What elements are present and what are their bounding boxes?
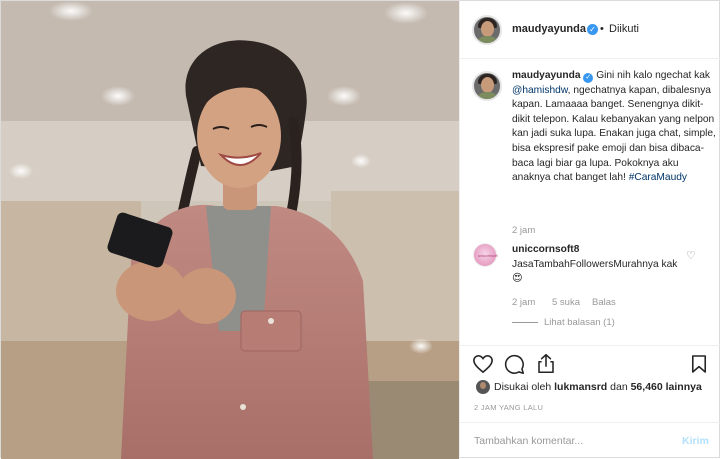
caption-username[interactable]: maudyayunda xyxy=(512,70,581,81)
photo-illustration xyxy=(1,1,459,459)
commenter-avatar-text: unicornsoft xyxy=(478,253,498,258)
likes-text: Disukai oleh lukmansrd dan 56,460 lainny… xyxy=(494,381,702,393)
bookmark-icon[interactable] xyxy=(691,354,707,374)
add-comment-bar: Kirim xyxy=(460,422,720,459)
post-actions xyxy=(460,345,720,379)
comment-text: JasaTambahFollowersMurahnya kak xyxy=(512,258,678,270)
comments-area: maudyayunda ✓ Gini nih kalo ngechat kak … xyxy=(460,59,720,345)
caption-mention-link[interactable]: @hamishdw xyxy=(512,85,568,96)
comment-icon[interactable] xyxy=(504,354,525,375)
comment-likes[interactable]: 5 suka xyxy=(552,297,580,308)
caption-hashtag-link[interactable]: #CaraMaudy xyxy=(629,172,687,183)
likes-middle: dan xyxy=(607,381,631,393)
caption-text-before: Gini nih kalo ngechat kak xyxy=(593,70,711,81)
comment-time[interactable]: 2 jam xyxy=(512,297,535,308)
post-timestamp[interactable]: 2 JAM YANG LALU xyxy=(474,403,543,412)
share-icon[interactable] xyxy=(536,353,556,374)
liker-username[interactable]: lukmansrd xyxy=(554,381,607,393)
post-caption: maudyayunda ✓ Gini nih kalo ngechat kak … xyxy=(512,69,716,186)
caption-author-avatar[interactable] xyxy=(472,71,502,101)
comment-like-heart-icon[interactable]: ♡ xyxy=(686,249,696,262)
view-replies-link[interactable]: Lihat balasan (1) xyxy=(544,317,615,328)
comment: uniccornsoft8 JasaTambahFollowersMurahny… xyxy=(512,243,687,287)
liker-avatar[interactable] xyxy=(476,380,490,394)
post-comment-button[interactable]: Kirim xyxy=(682,435,709,447)
likes-prefix: Disukai oleh xyxy=(494,381,555,393)
caption-time[interactable]: 2 jam xyxy=(512,225,535,236)
add-comment-input[interactable] xyxy=(474,432,664,450)
follow-status-button[interactable]: Diikuti xyxy=(609,23,639,35)
instagram-post: maudyayunda ✓ • Diikuti maudyayunda ✓ Gi… xyxy=(0,0,720,459)
post-side-panel: maudyayunda ✓ • Diikuti maudyayunda ✓ Gi… xyxy=(459,1,720,459)
separator-dot: • xyxy=(600,23,604,35)
likes-count[interactable]: 56,460 lainnya xyxy=(631,381,702,393)
comment-emoji: 😍 xyxy=(512,273,523,285)
replies-divider xyxy=(512,322,538,323)
commenter-avatar[interactable]: unicornsoft xyxy=(473,243,498,267)
caption-verified-icon: ✓ xyxy=(583,73,594,83)
verified-badge-icon: ✓ xyxy=(587,24,598,35)
caption-text-after: , ngechatnya kapan, dibalesnya kapan. La… xyxy=(512,84,716,184)
author-username[interactable]: maudyayunda xyxy=(512,23,586,35)
post-header: maudyayunda ✓ • Diikuti xyxy=(460,1,720,59)
post-photo[interactable] xyxy=(1,1,459,459)
comment-username[interactable]: uniccornsoft8 xyxy=(512,244,579,255)
likes-summary: Disukai oleh lukmansrd dan 56,460 lainny… xyxy=(460,379,720,397)
heart-icon[interactable] xyxy=(472,354,494,374)
author-avatar[interactable] xyxy=(472,15,502,45)
comment-reply-button[interactable]: Balas xyxy=(592,297,616,308)
